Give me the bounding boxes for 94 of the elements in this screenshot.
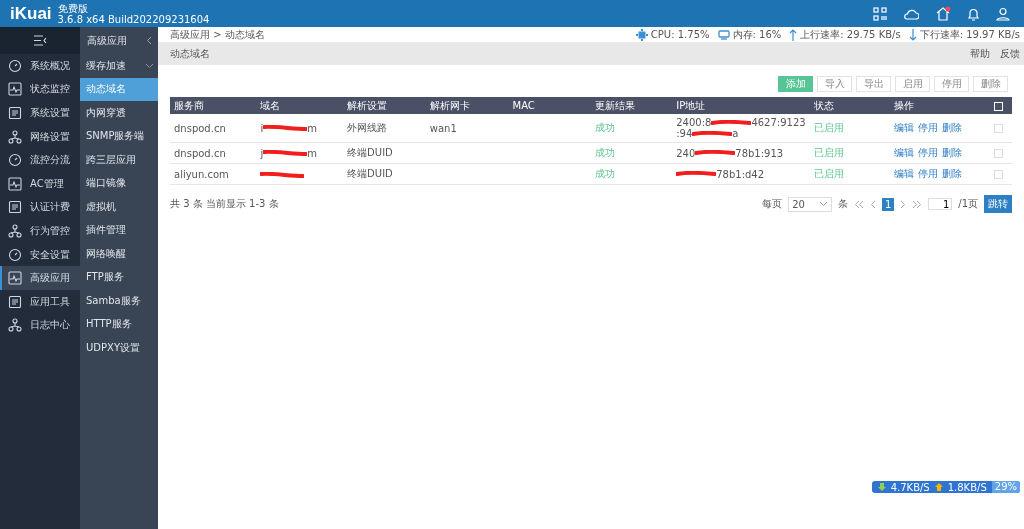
breadcrumb: 高级应用 > 动态域名	[170, 27, 265, 42]
table-cell: :94	[676, 128, 693, 139]
table-cell: dnspod.cn	[174, 122, 226, 134]
stat-text: 上行速率: 29.75 KB/s	[800, 27, 901, 42]
sidebar-item[interactable]: 状态监控	[0, 77, 80, 102]
table-cell: 终端DUID	[347, 168, 393, 179]
page-button[interactable]: 1	[881, 197, 895, 211]
submenu-item[interactable]: 跨三层应用	[80, 148, 158, 172]
row-action-link[interactable]: 编辑	[894, 121, 915, 135]
unit-label: 条	[837, 197, 848, 211]
stat-text: 下行速率: 19.97 KB/s	[919, 27, 1020, 42]
column-header: 解析设置	[347, 99, 388, 111]
sidebar-item[interactable]: 安全设置	[0, 242, 80, 267]
submenu-item[interactable]: 缓存加速	[80, 54, 158, 78]
column-header: 更新结果	[594, 99, 635, 111]
sidebar-item[interactable]: 系统设置	[0, 101, 80, 125]
table-cell: 78b1:d42	[716, 168, 765, 180]
page-size-select[interactable]: 20	[788, 196, 832, 212]
toolbar-button[interactable]: 停用	[934, 76, 969, 92]
toolbar-button[interactable]: 导出	[856, 76, 891, 92]
submenu-item[interactable]: HTTP服务	[80, 312, 158, 336]
download-speed: 4.7KB/S	[890, 481, 930, 493]
table-cell: m	[307, 147, 317, 159]
submenu-item[interactable]: Samba服务	[80, 289, 158, 313]
row-action-link[interactable]: 删除	[942, 121, 963, 135]
submenu-item[interactable]: 端口镜像	[80, 171, 158, 195]
column-header: 域名	[260, 99, 281, 111]
table-cell: 4627:9123	[751, 117, 806, 128]
page-total: /1页	[958, 197, 978, 211]
table-cell: dnspod.cn	[174, 147, 226, 159]
usage-percent: 29%	[991, 481, 1020, 493]
submenu-item[interactable]: SNMP服务端	[80, 124, 158, 148]
column-header: IP地址	[676, 99, 706, 111]
submenu-item[interactable]: 虚拟机	[80, 195, 158, 219]
toolbar-button[interactable]: 删除	[973, 76, 1008, 92]
table-cell: 78b1:913	[735, 147, 784, 159]
edition-label: 免费版	[57, 2, 89, 14]
row-action-link[interactable]: 删除	[942, 167, 963, 181]
table-cell: 已启用	[813, 147, 844, 158]
table-cell: wan1	[429, 122, 457, 134]
table-cell: 成功	[594, 168, 615, 179]
per-page-label: 每页	[762, 197, 783, 211]
row-action-link[interactable]: 删除	[942, 146, 963, 160]
summary-text: 共 3 条 当前显示 1-3 条	[170, 197, 279, 211]
page-title: 动态域名	[170, 46, 210, 61]
jump-button[interactable]: 跳转	[984, 195, 1012, 213]
page-input[interactable]: 1	[928, 198, 953, 210]
toolbar-button[interactable]: 导入	[817, 76, 852, 92]
header-link[interactable]: 反馈	[1000, 46, 1020, 61]
table-cell: 已启用	[813, 122, 844, 133]
table-cell: 外网线路	[347, 122, 388, 133]
row-action-link[interactable]: 停用	[918, 167, 939, 181]
sidebar-item[interactable]: 应用工具	[0, 289, 80, 314]
column-header: MAC	[512, 100, 535, 111]
row-action-link[interactable]: 停用	[918, 146, 939, 160]
version-label: 3.6.8 x64 Build202209231604	[57, 13, 210, 25]
sidebar-item[interactable]: 流控分流	[0, 148, 80, 172]
logo: iKuai	[10, 3, 52, 24]
sidebar-item[interactable]: 日志中心	[0, 313, 80, 338]
row-action-link[interactable]: 编辑	[894, 167, 915, 181]
table-cell: 成功	[594, 147, 615, 158]
column-header: 状态	[813, 99, 834, 111]
submenu-item[interactable]: 网络唤醒	[80, 242, 158, 266]
sidebar-item[interactable]: 行为管控	[0, 219, 80, 243]
sidebar-item[interactable]: 认证计费	[0, 195, 80, 220]
table-cell: j	[260, 147, 264, 159]
stat-text: CPU: 1.75%	[650, 29, 710, 40]
sidebar-item[interactable]: 高级应用	[0, 266, 80, 290]
table-cell: 终端DUID	[347, 147, 393, 158]
stat-text: 内存: 16%	[732, 27, 782, 42]
submenu-item[interactable]: 插件管理	[80, 218, 158, 242]
submenu-item[interactable]: FTP服务	[80, 265, 158, 289]
section-title: 高级应用	[87, 33, 127, 48]
column-header: 服务商	[174, 99, 204, 111]
sidebar-item[interactable]: AC管理	[0, 171, 80, 196]
table-cell: 已启用	[813, 168, 844, 179]
table-cell: i	[260, 122, 264, 134]
table-cell: aliyun.com	[174, 168, 229, 180]
column-header: 操作	[894, 99, 915, 111]
sidebar-item[interactable]: 网络设置	[0, 124, 80, 149]
submenu-item[interactable]: UDPXY设置	[80, 336, 158, 360]
table-cell: m	[307, 122, 317, 134]
column-header: 解析网卡	[429, 99, 470, 111]
header-link[interactable]: 帮助	[970, 46, 990, 61]
table-cell: 2400:8	[676, 117, 712, 128]
sidebar-item[interactable]: 系统概况	[0, 54, 80, 78]
row-action-link[interactable]: 停用	[918, 121, 939, 135]
table-cell: 成功	[594, 122, 615, 133]
table-cell: a	[732, 128, 739, 139]
submenu-item[interactable]: 内网穿透	[80, 101, 158, 125]
table-cell: 240	[676, 147, 696, 159]
toolbar-button[interactable]: 启用	[895, 76, 930, 92]
row-action-link[interactable]: 编辑	[894, 146, 915, 160]
upload-speed: 1.8KB/S	[947, 481, 987, 493]
